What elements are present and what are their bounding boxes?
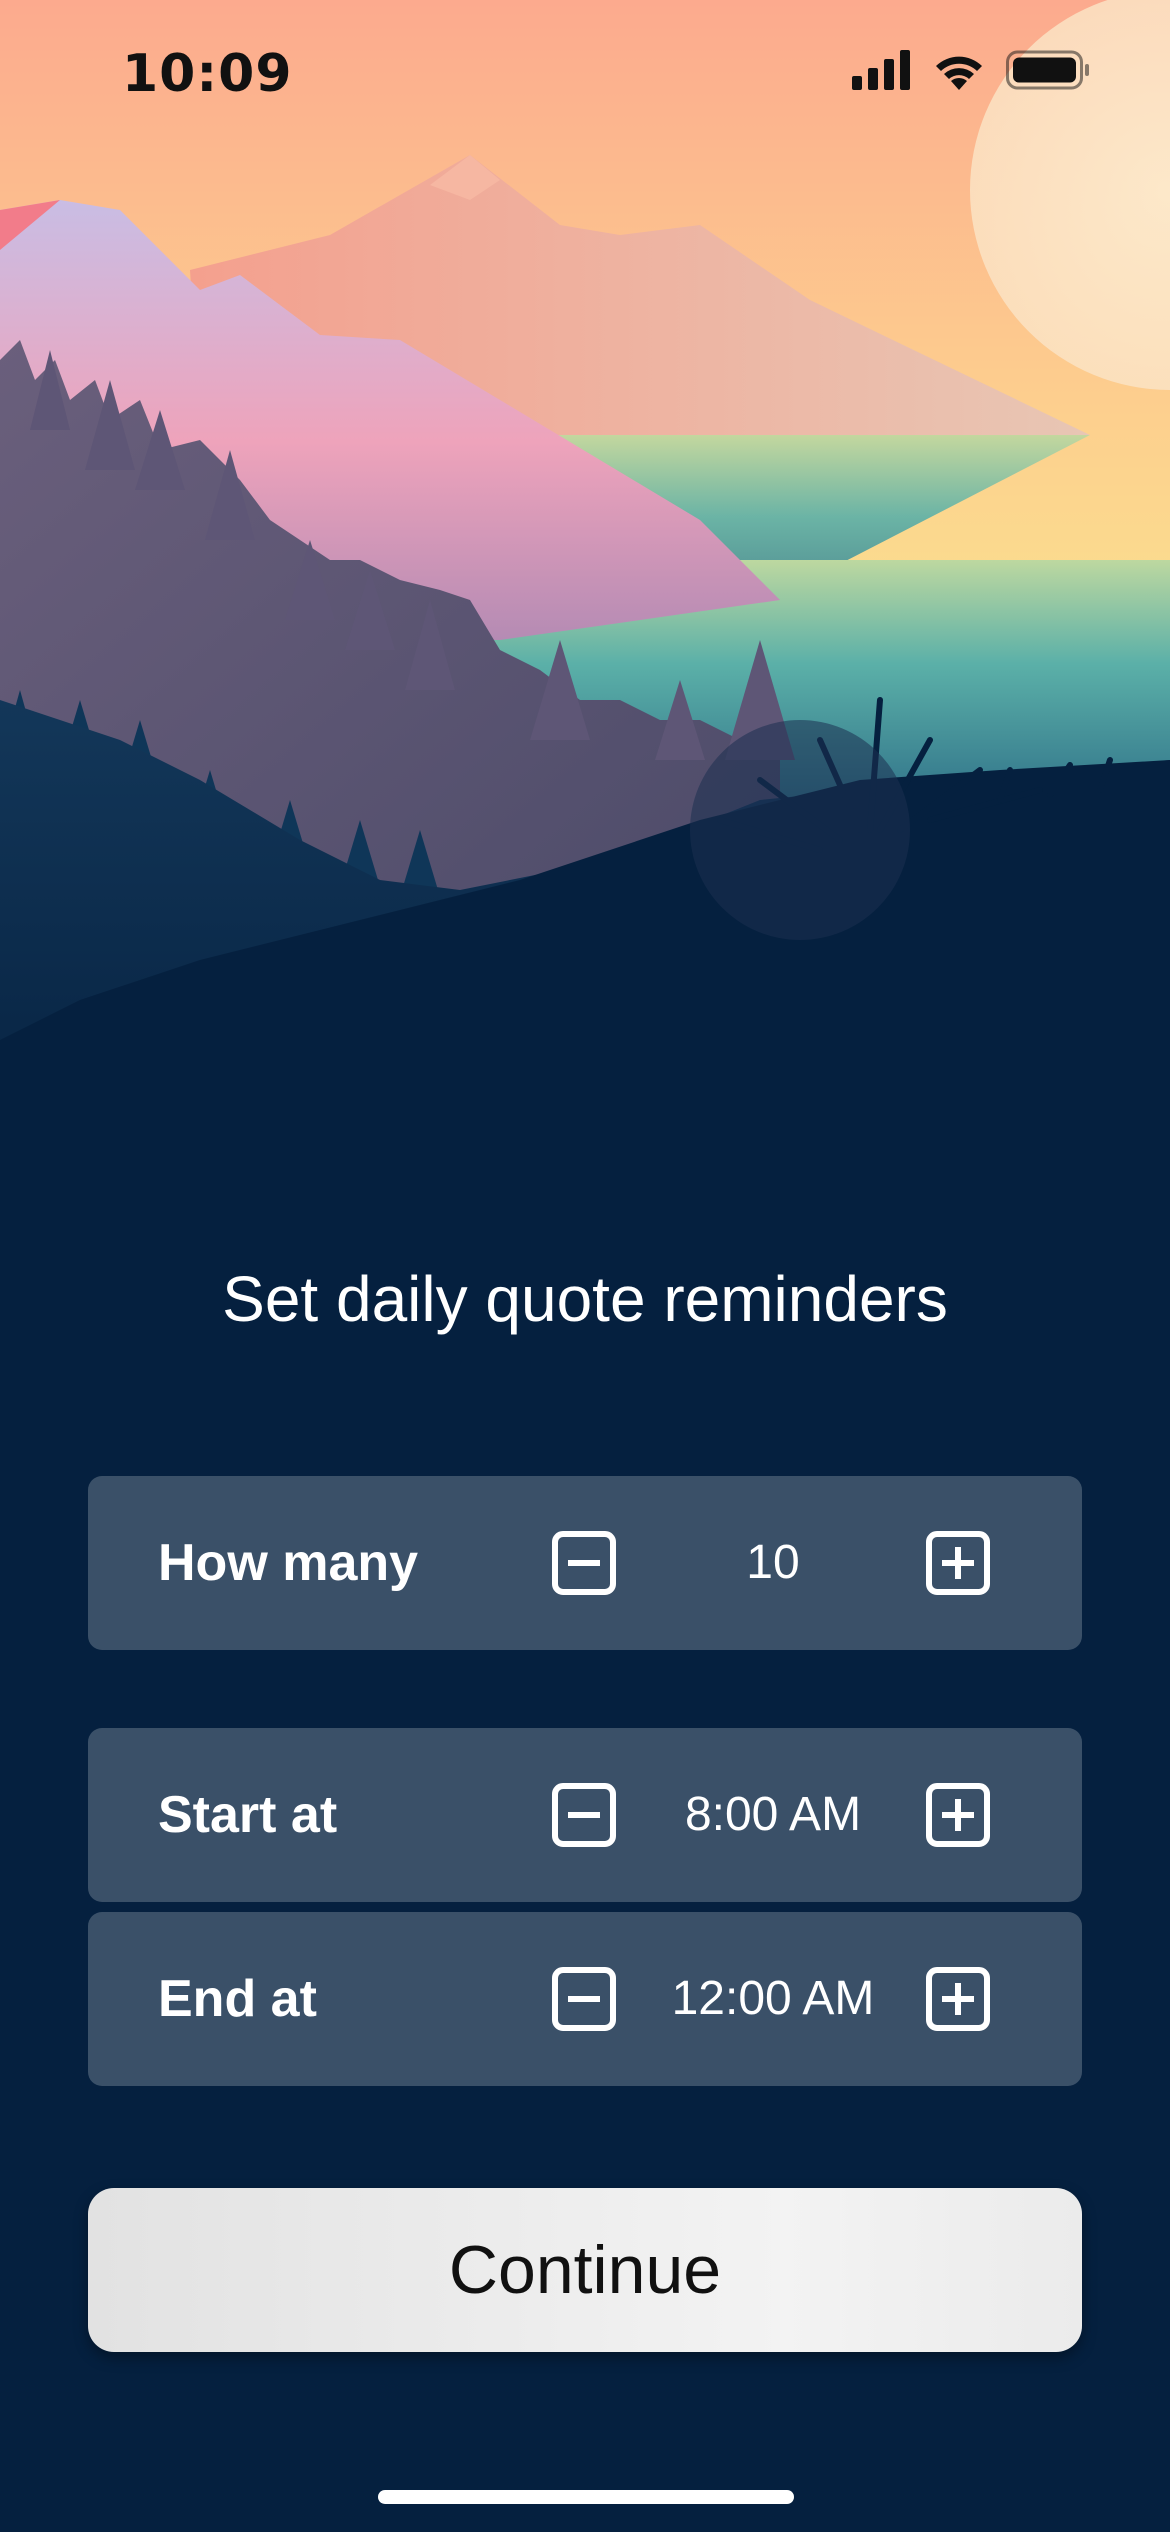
start-at-label: Start at (158, 1786, 338, 1844)
how-many-value: 10 (746, 1536, 800, 1589)
landscape-illustration (0, 0, 1170, 1200)
how-many-row: How many 10 (88, 1476, 1082, 1650)
battery-icon (1006, 50, 1089, 90)
increase-end-time-button[interactable] (926, 1967, 990, 2031)
end-at-label: End at (158, 1970, 317, 2028)
start-at-row: Start at 8:00 AM (88, 1728, 1082, 1902)
end-at-row: End at 12:00 AM (88, 1912, 1082, 2086)
decrease-how-many-button[interactable] (552, 1531, 616, 1595)
status-time: 10:09 (122, 44, 293, 104)
end-at-value: 12:00 AM (671, 1972, 875, 2025)
cellular-signal-icon (852, 50, 910, 90)
page-title: Set daily quote reminders (222, 1263, 948, 1335)
decrease-end-time-button[interactable] (552, 1967, 616, 2031)
wifi-icon (936, 56, 982, 90)
how-many-label: How many (158, 1534, 419, 1592)
increase-how-many-button[interactable] (926, 1531, 990, 1595)
status-icons (852, 50, 1090, 90)
start-at-value: 8:00 AM (684, 1788, 862, 1841)
increase-start-time-button[interactable] (926, 1783, 990, 1847)
home-indicator (378, 2490, 794, 2504)
status-bar: 10:09 (0, 0, 1170, 150)
continue-button[interactable]: Continue (88, 2188, 1082, 2352)
decrease-start-time-button[interactable] (552, 1783, 616, 1847)
